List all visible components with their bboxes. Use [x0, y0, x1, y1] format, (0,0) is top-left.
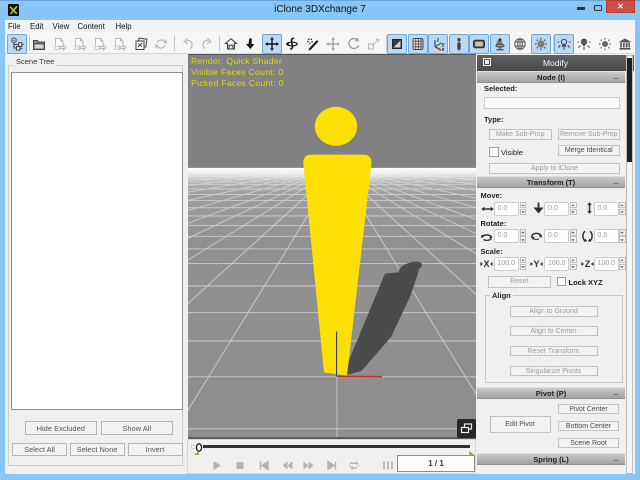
svg-text:z: z	[437, 37, 440, 43]
svg-text:x: x	[442, 47, 445, 51]
svg-text:Z: Z	[585, 259, 591, 269]
svg-text:Y: Y	[533, 259, 539, 269]
svg-text:X: X	[483, 259, 489, 269]
